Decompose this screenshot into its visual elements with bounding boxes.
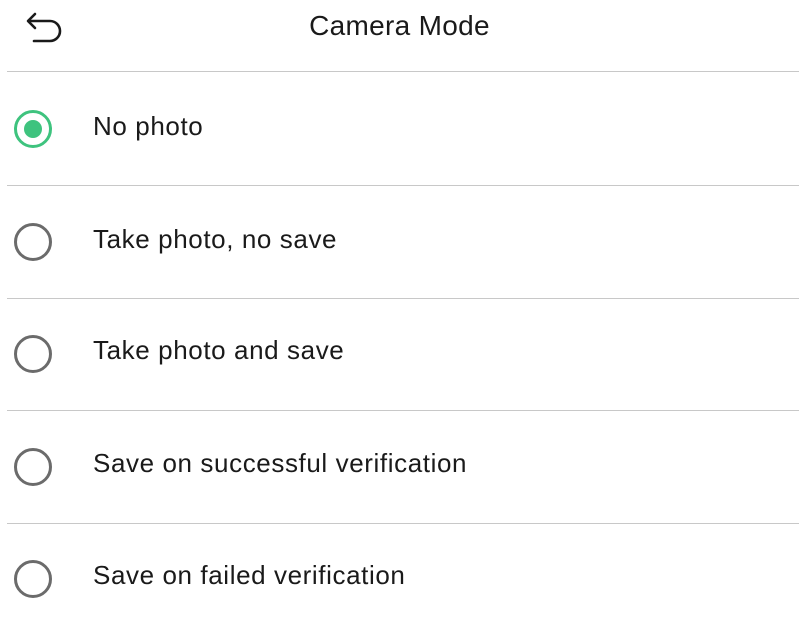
option-label: Take photo and save [93,335,345,365]
option-label: Save on successful verification [93,448,468,478]
option-take-photo-and-save[interactable]: Take photo and save [0,300,799,400]
option-no-photo[interactable]: No photo [0,75,799,175]
option-take-photo-no-save[interactable]: Take photo, no save [0,188,799,288]
radio-unselected-icon[interactable] [14,335,52,373]
option-divider [7,185,799,186]
option-save-on-successful-verification[interactable]: Save on successful verification [0,413,799,513]
header-divider [7,71,799,72]
radio-unselected-icon[interactable] [14,448,52,486]
option-divider [7,298,799,299]
header-bar: Camera Mode [0,0,799,72]
radio-selected-icon[interactable] [14,110,52,148]
option-save-on-failed-verification[interactable]: Save on failed verification [0,525,799,625]
option-divider [7,410,799,411]
option-label: No photo [93,111,204,141]
radio-unselected-icon[interactable] [14,560,52,598]
option-label: Save on failed verification [93,560,406,590]
radio-unselected-icon[interactable] [14,223,52,261]
option-label: Take photo, no save [93,224,338,254]
page-title: Camera Mode [309,10,490,41]
option-divider [7,523,799,524]
